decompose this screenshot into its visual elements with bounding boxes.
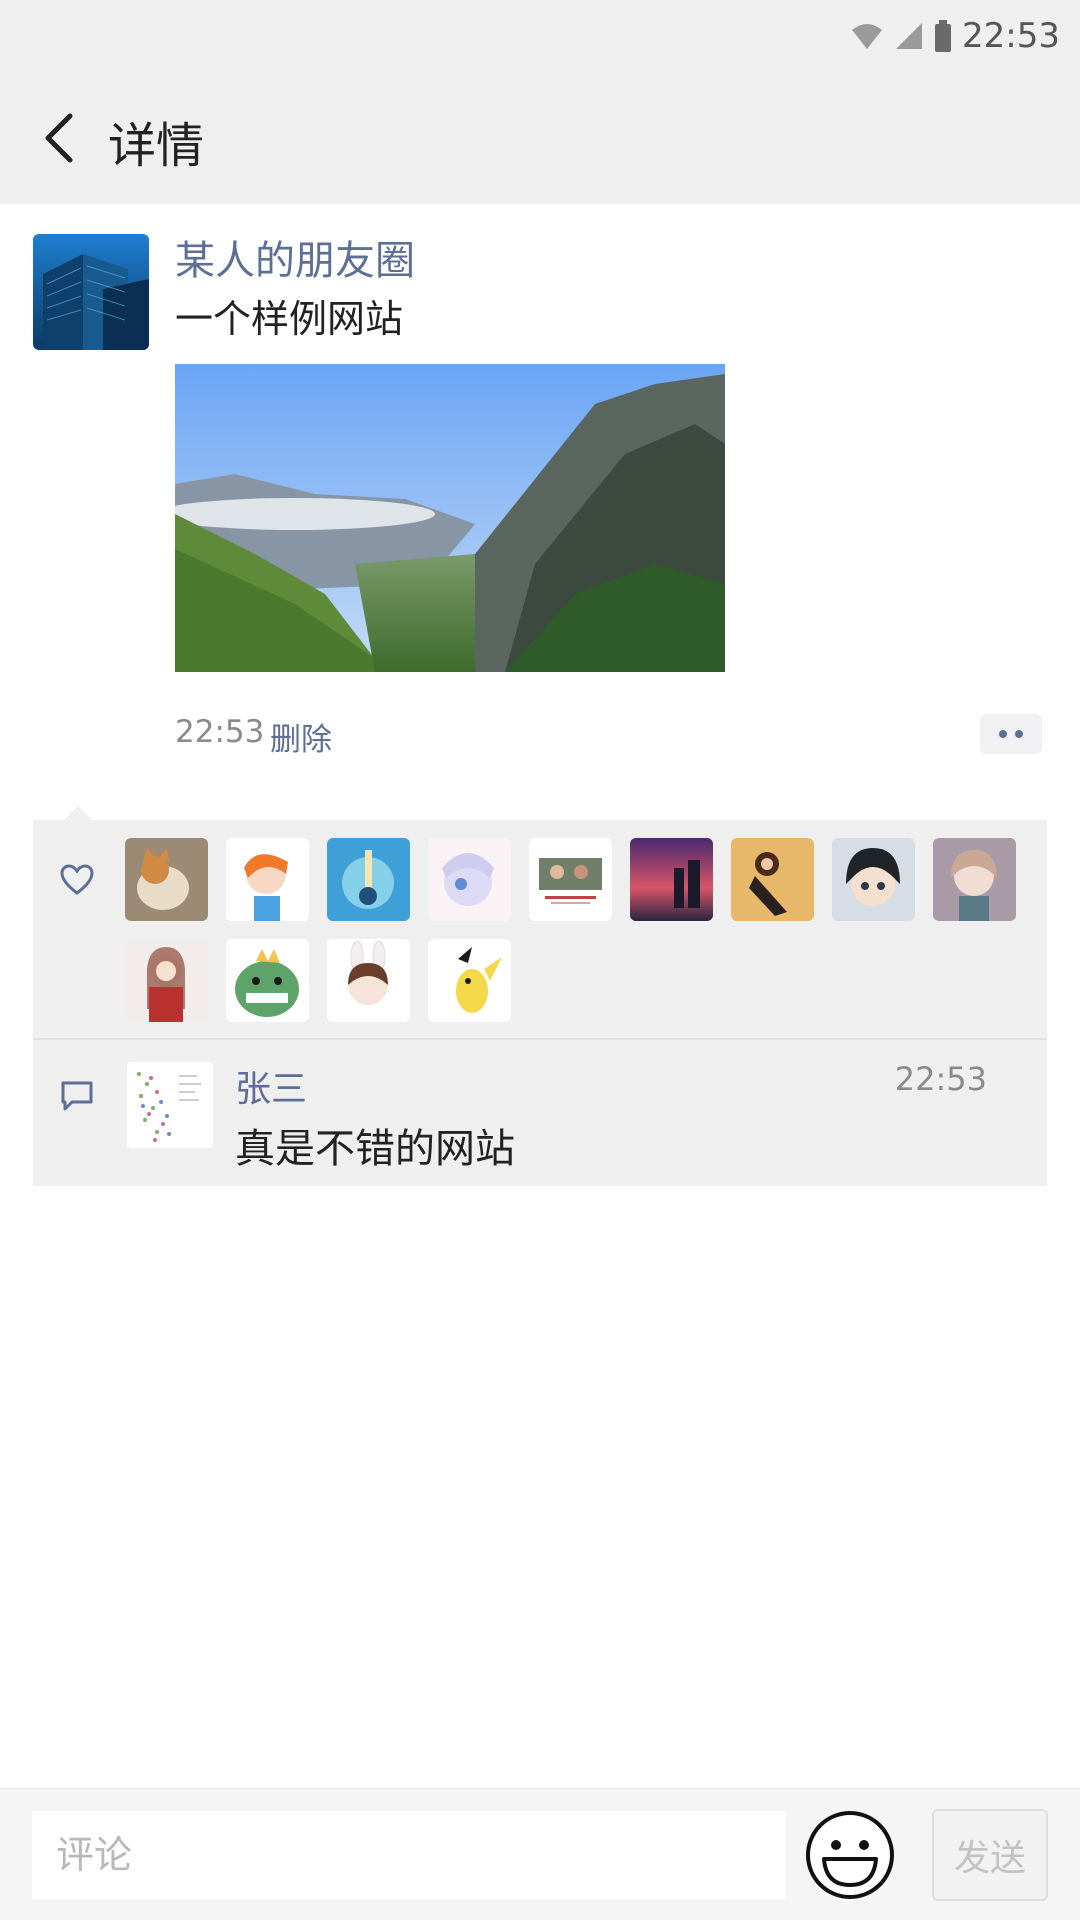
- comment-text[interactable]: 真是不错的网站: [235, 1116, 515, 1174]
- liker-avatar[interactable]: [529, 838, 612, 921]
- liker-avatar[interactable]: [428, 939, 511, 1022]
- more-button[interactable]: [980, 714, 1042, 754]
- emoji-button[interactable]: [804, 1809, 896, 1901]
- liker-avatar[interactable]: [125, 838, 208, 921]
- liker-avatar[interactable]: [832, 838, 915, 921]
- building-image: [33, 234, 149, 350]
- heart-outline-icon: [60, 864, 94, 895]
- comment-author-avatar[interactable]: [127, 1062, 213, 1148]
- mountain-valley-photo: [175, 364, 725, 672]
- post-image[interactable]: [175, 364, 725, 672]
- liker-avatar[interactable]: [731, 838, 814, 921]
- chevron-left-icon: [45, 113, 73, 163]
- liker-avatar[interactable]: [933, 838, 1016, 921]
- liker-avatar[interactable]: [630, 838, 713, 921]
- likes-comments-panel: 张三 22:53 真是不错的网站: [33, 820, 1047, 1186]
- status-icons: 22:53: [850, 14, 1060, 58]
- panel-divider: [33, 1038, 1047, 1040]
- post-text: 一个样例网站: [175, 297, 404, 341]
- comment-author-name[interactable]: 张三: [235, 1060, 307, 1112]
- status-time: 22:53: [962, 16, 1060, 56]
- liker-avatar[interactable]: [327, 838, 410, 921]
- comment-bubble-icon: [61, 1081, 93, 1111]
- status-bar: 22:53: [0, 0, 1080, 72]
- liker-avatar[interactable]: [226, 939, 309, 1022]
- app-bar: 详情: [0, 72, 1080, 204]
- liker-avatar[interactable]: [327, 939, 410, 1022]
- panel-arrow: [64, 806, 92, 820]
- delete-button[interactable]: 删除: [270, 714, 332, 759]
- post-author-name[interactable]: 某人的朋友圈: [175, 228, 415, 286]
- battery-icon: [935, 20, 952, 52]
- more-dot: [1015, 730, 1023, 738]
- liker-avatar[interactable]: [125, 939, 208, 1022]
- comment-input[interactable]: [32, 1811, 786, 1899]
- smiley-icon: [806, 1811, 894, 1899]
- back-button[interactable]: [24, 102, 94, 174]
- liker-avatar[interactable]: [428, 838, 511, 921]
- comment-bar: 发送: [0, 1788, 1080, 1920]
- comment-time: 22:53: [894, 1060, 987, 1098]
- signal-icon: [896, 23, 923, 49]
- post-author-avatar[interactable]: [33, 234, 149, 350]
- send-button[interactable]: 发送: [932, 1809, 1048, 1901]
- page-title: 详情: [108, 118, 205, 174]
- post-time: 22:53: [175, 714, 265, 750]
- liker-avatar[interactable]: [226, 838, 309, 921]
- wifi-icon: [852, 24, 883, 49]
- more-dots-icon: [999, 730, 1007, 738]
- liker-avatars: [125, 838, 1035, 1022]
